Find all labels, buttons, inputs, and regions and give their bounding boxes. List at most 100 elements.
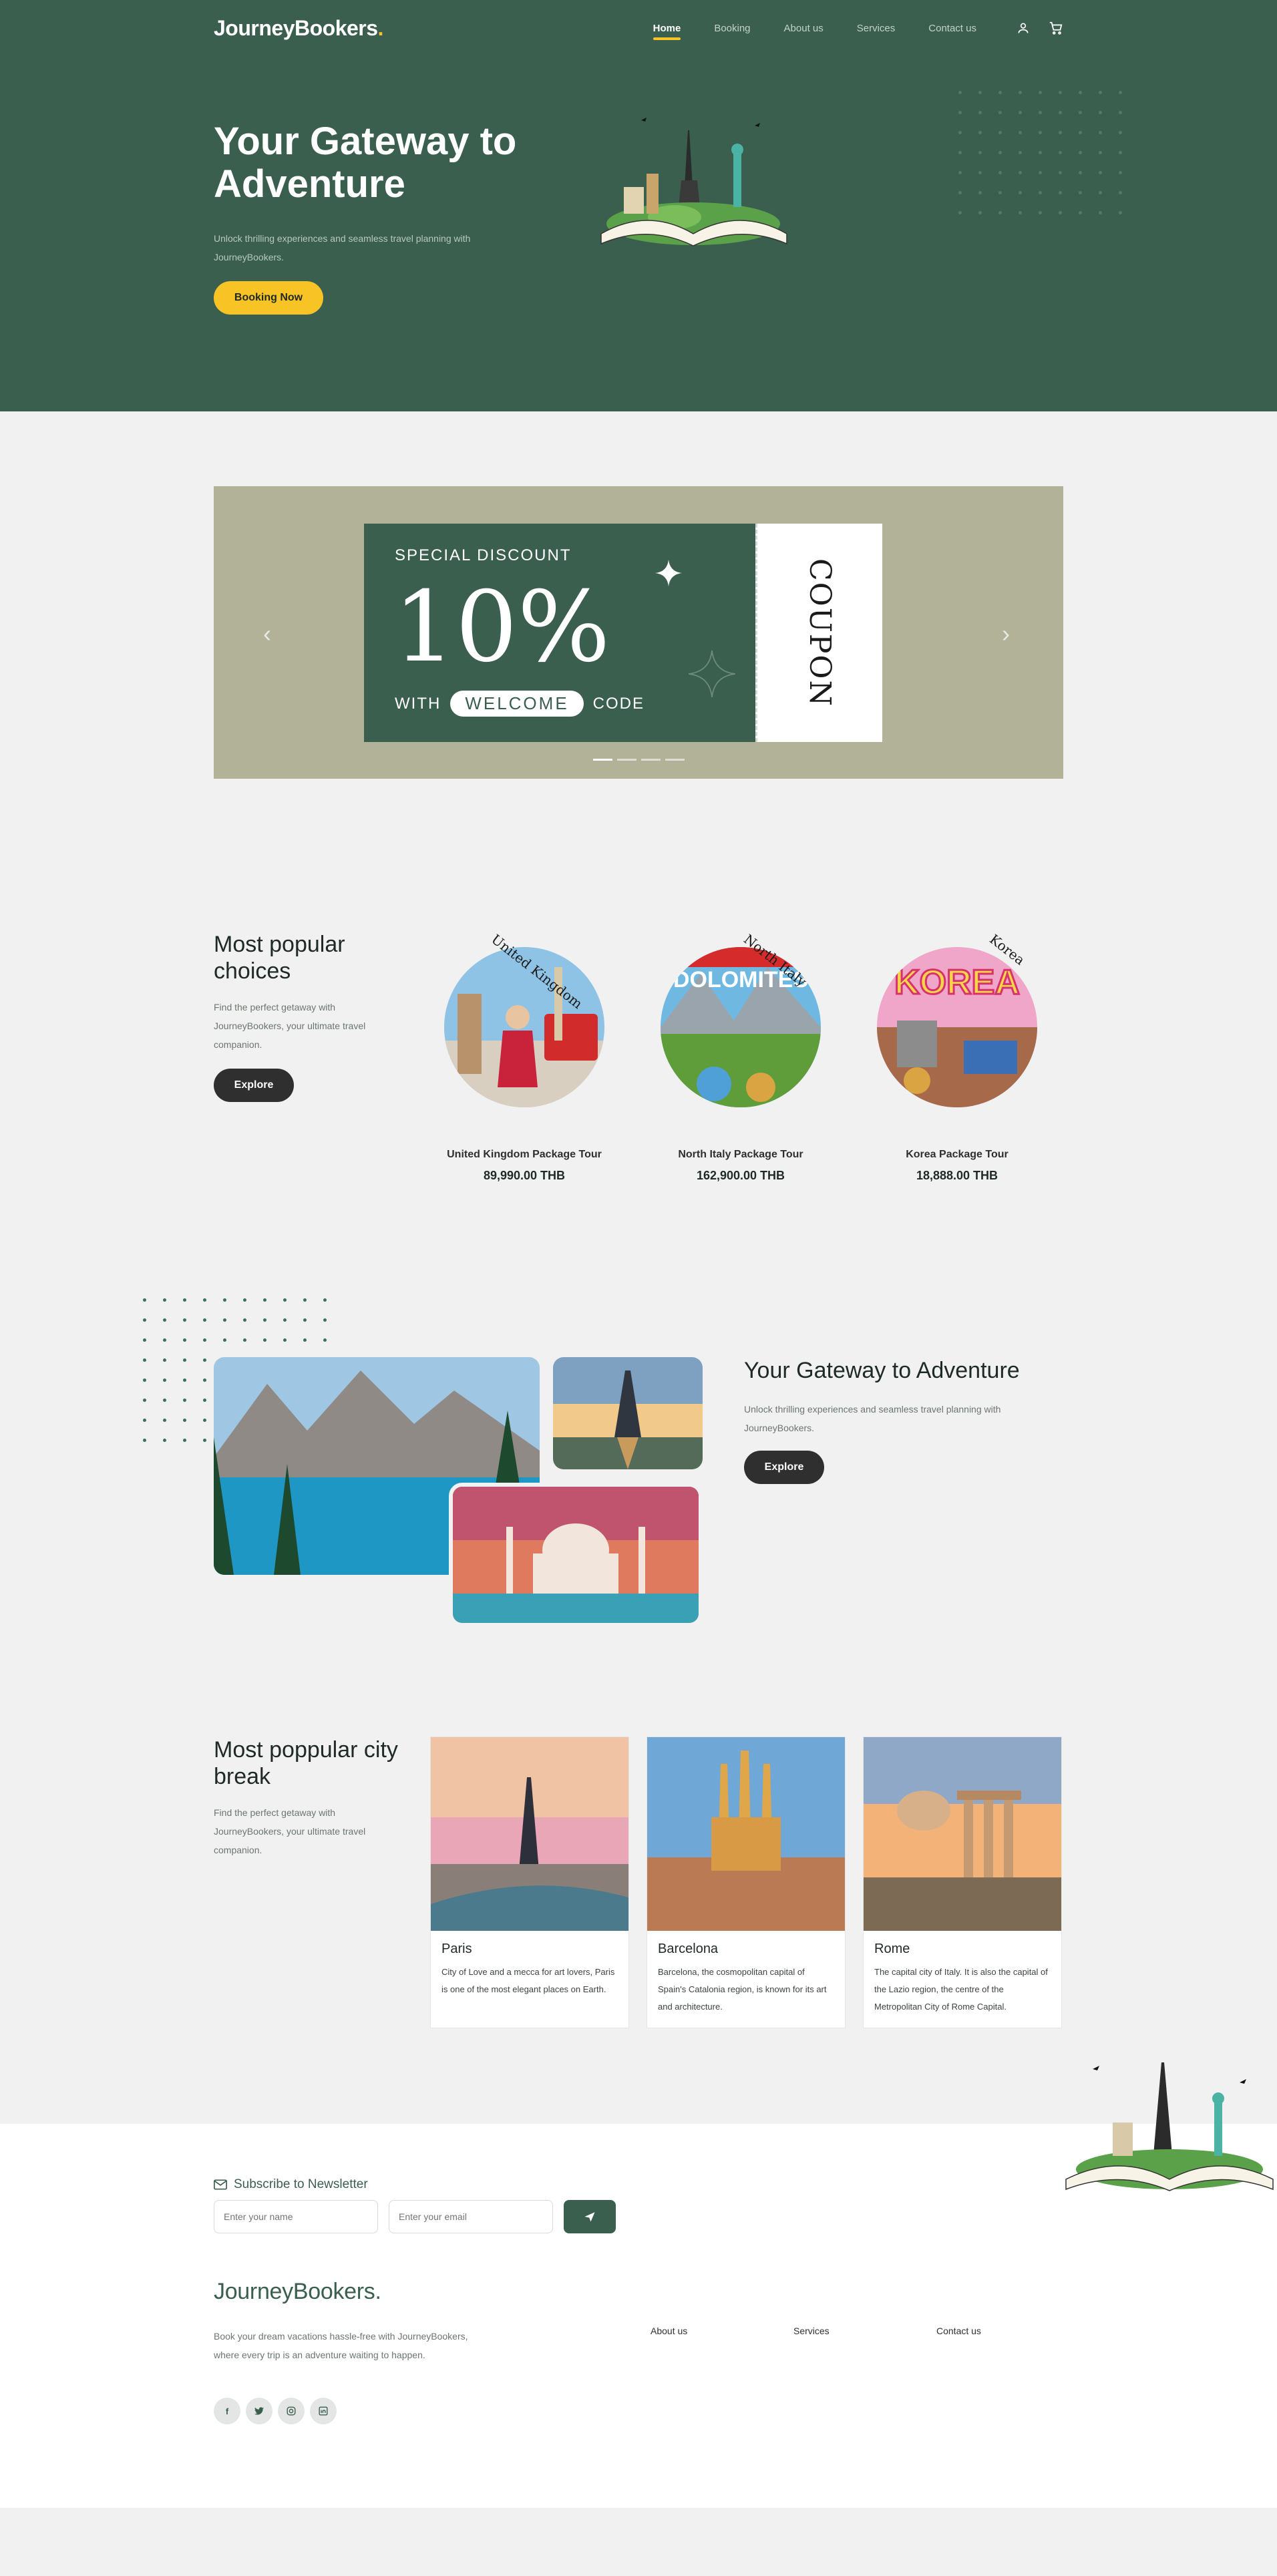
decorative-dot <box>163 1399 166 1402</box>
carousel-next-icon[interactable]: › <box>1002 620 1010 648</box>
decorative-dot <box>1059 171 1062 174</box>
eiffel-tower-image <box>553 1357 703 1469</box>
tour-name: North Italy Package Tour <box>678 1149 803 1160</box>
city-description: Barcelona, the cosmopolitan capital of S… <box>658 1967 827 2012</box>
decorative-dot <box>1119 171 1122 174</box>
decorative-dot <box>163 1419 166 1422</box>
city-card[interactable]: Paris City of Love and a mecca for art l… <box>430 1736 629 2028</box>
footer-description: Book your dream vacations hassle-free wi… <box>214 2331 468 2360</box>
taj-mahal-image <box>449 1483 703 1627</box>
tour-image: KOREA <box>877 947 1037 1107</box>
decorative-dot <box>243 1318 246 1322</box>
decorative-dot <box>1039 91 1042 94</box>
decorative-dot <box>978 171 982 174</box>
decorative-dot <box>143 1358 146 1362</box>
decorative-dot <box>958 211 962 214</box>
decorative-dot <box>958 171 962 174</box>
decorative-dot <box>183 1439 186 1442</box>
explore-button[interactable]: Explore <box>744 1451 824 1484</box>
nav-about[interactable]: About us <box>784 23 824 34</box>
carousel-prev-icon[interactable]: ‹ <box>263 620 271 648</box>
mail-icon <box>214 2179 227 2190</box>
twitter-icon[interactable] <box>246 2398 272 2424</box>
popular-title: Most popular choices <box>214 932 345 984</box>
decorative-dot <box>998 151 1002 154</box>
hero-title: Your Gateway to Adventure <box>214 120 517 206</box>
nav-home[interactable]: Home <box>653 23 681 40</box>
decorative-dot <box>1059 151 1062 154</box>
booking-now-button[interactable]: Booking Now <box>214 281 323 315</box>
tour-card[interactable]: KOREA Korea Korea Package Tour 18,888.00… <box>867 931 1047 1183</box>
decorative-dot <box>243 1338 246 1342</box>
name-input[interactable] <box>214 2200 378 2233</box>
tour-card[interactable]: United Kingdom United Kingdom Package To… <box>434 931 614 1183</box>
decorative-dot <box>163 1439 166 1442</box>
decorative-dot <box>183 1419 186 1422</box>
tour-price: 162,900.00 THB <box>696 1169 785 1182</box>
footer-logo[interactable]: JourneyBookers. <box>214 2279 381 2305</box>
facebook-icon[interactable]: f <box>214 2398 240 2424</box>
cart-icon[interactable] <box>1049 21 1063 35</box>
decorative-dot <box>163 1358 166 1362</box>
decorative-dot <box>998 111 1002 114</box>
decorative-dot <box>303 1298 307 1302</box>
carousel-dot[interactable] <box>617 759 636 761</box>
carousel-dot[interactable] <box>641 759 661 761</box>
email-input[interactable] <box>389 2200 553 2233</box>
decorative-dot <box>303 1338 307 1342</box>
tour-price: 18,888.00 THB <box>916 1169 998 1182</box>
newsletter-form <box>214 2200 616 2233</box>
code-label: CODE <box>592 694 645 713</box>
decorative-dot <box>203 1338 206 1342</box>
tour-card[interactable]: DOLOMITES North Italy North Italy Packag… <box>651 931 831 1183</box>
decorative-dot <box>1099 211 1102 214</box>
discount-percent: 10% <box>393 570 610 684</box>
decorative-dot <box>163 1318 166 1322</box>
decorative-dot <box>243 1298 246 1302</box>
footer-link-services[interactable]: Services <box>793 2326 936 2336</box>
city-card[interactable]: Rome The capital city of Italy. It is al… <box>863 1736 1062 2028</box>
promo-code: WELCOME <box>450 691 584 717</box>
decorative-dot <box>203 1439 206 1442</box>
logo[interactable]: JourneyBookers. <box>214 16 383 41</box>
carousel-dot[interactable] <box>593 759 612 761</box>
decorative-dot <box>1059 91 1062 94</box>
decorative-dot <box>1059 111 1062 114</box>
hero-subtitle: Unlock thrilling experiences and seamles… <box>214 233 471 262</box>
newsletter-title: Subscribe to Newsletter <box>214 2177 368 2192</box>
explore-button[interactable]: Explore <box>214 1069 294 1102</box>
decorative-dot <box>978 111 982 114</box>
linkedin-icon[interactable] <box>310 2398 337 2424</box>
decorative-dot <box>978 211 982 214</box>
decorative-dot <box>1019 131 1022 134</box>
decorative-dot <box>1019 91 1022 94</box>
user-icon[interactable] <box>1017 21 1030 35</box>
decorative-dot <box>263 1298 266 1302</box>
carousel-dot[interactable] <box>665 759 685 761</box>
decorative-dot <box>998 171 1002 174</box>
decorative-dot <box>143 1338 146 1342</box>
decorative-dot <box>1039 131 1042 134</box>
decorative-dot <box>1119 191 1122 194</box>
popular-choices-section: Most popular choices Find the perfect ge… <box>214 931 1063 1191</box>
city-card[interactable]: Barcelona Barcelona, the cosmopolitan ca… <box>647 1736 846 2028</box>
nav-contact[interactable]: Contact us <box>928 23 976 34</box>
decorative-dot <box>978 151 982 154</box>
decorative-dot <box>978 191 982 194</box>
decorative-dot <box>1019 111 1022 114</box>
decorative-dot <box>143 1378 146 1382</box>
nav-links: Home Booking About us Services Contact u… <box>620 23 976 40</box>
barcelona-image <box>647 1737 845 1931</box>
decorative-dot <box>203 1419 206 1422</box>
footer-link-about[interactable]: About us <box>651 2326 793 2336</box>
decorative-dot <box>1119 151 1122 154</box>
subscribe-button[interactable] <box>564 2200 616 2233</box>
footer-links: About us Services Contact us <box>651 2326 1079 2336</box>
carousel-indicators <box>593 759 685 761</box>
nav-booking[interactable]: Booking <box>714 23 750 34</box>
instagram-icon[interactable] <box>278 2398 305 2424</box>
footer-link-contact[interactable]: Contact us <box>936 2326 1079 2336</box>
city-break-title: Most poppular city break <box>214 1737 398 1789</box>
nav-services[interactable]: Services <box>857 23 896 34</box>
decorative-dot <box>1079 191 1082 194</box>
